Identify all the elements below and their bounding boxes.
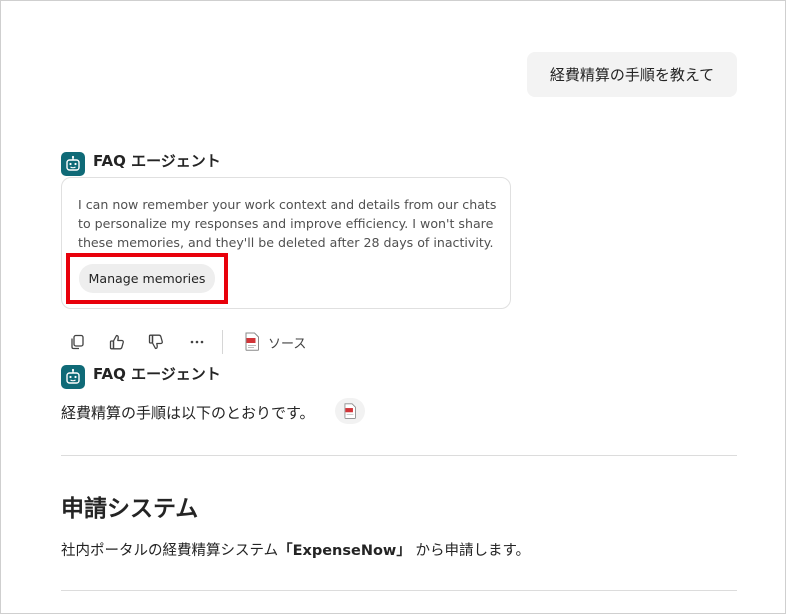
action-divider xyxy=(222,330,223,354)
thumbs-up-icon[interactable] xyxy=(106,331,128,353)
agent-name: FAQ エージェント xyxy=(93,151,221,170)
pdf-icon xyxy=(344,403,356,419)
section-text-suffix: から申請します。 xyxy=(410,543,531,559)
thumbs-down-icon[interactable] xyxy=(145,331,167,353)
agent-header: FAQ エージェント xyxy=(61,152,221,176)
section-body-text: 社内ポータルの経費精算システム「ExpenseNow」 から申請します。 xyxy=(61,539,530,560)
copy-icon[interactable] xyxy=(66,331,88,353)
more-icon[interactable] xyxy=(186,331,208,353)
message-action-bar: ソース xyxy=(61,328,361,356)
section-text-prefix: 社内ポータルの経費精算システム xyxy=(61,543,279,559)
pdf-icon[interactable] xyxy=(244,332,260,355)
user-message-bubble: 経費精算の手順を教えて xyxy=(527,52,737,97)
system-name-highlight: 「ExpenseNow」 xyxy=(278,543,411,559)
bot-icon xyxy=(61,365,85,389)
user-message-text: 経費精算の手順を教えて xyxy=(549,66,715,84)
memory-notice-text: I can now remember your work context and… xyxy=(78,197,497,250)
agent-name-2: FAQ エージェント xyxy=(93,364,221,383)
section-divider-2 xyxy=(61,590,737,591)
answer-intro-text: 経費精算の手順は以下のとおりです。 xyxy=(61,404,315,422)
bot-icon xyxy=(61,152,85,176)
agent-header-2: FAQ エージェント xyxy=(61,365,221,389)
citation-pdf-chip[interactable] xyxy=(335,398,365,424)
highlight-annotation xyxy=(66,253,228,304)
section-divider xyxy=(61,455,737,456)
source-button[interactable]: ソース xyxy=(268,333,306,352)
section-heading: 申請システム xyxy=(61,496,199,522)
